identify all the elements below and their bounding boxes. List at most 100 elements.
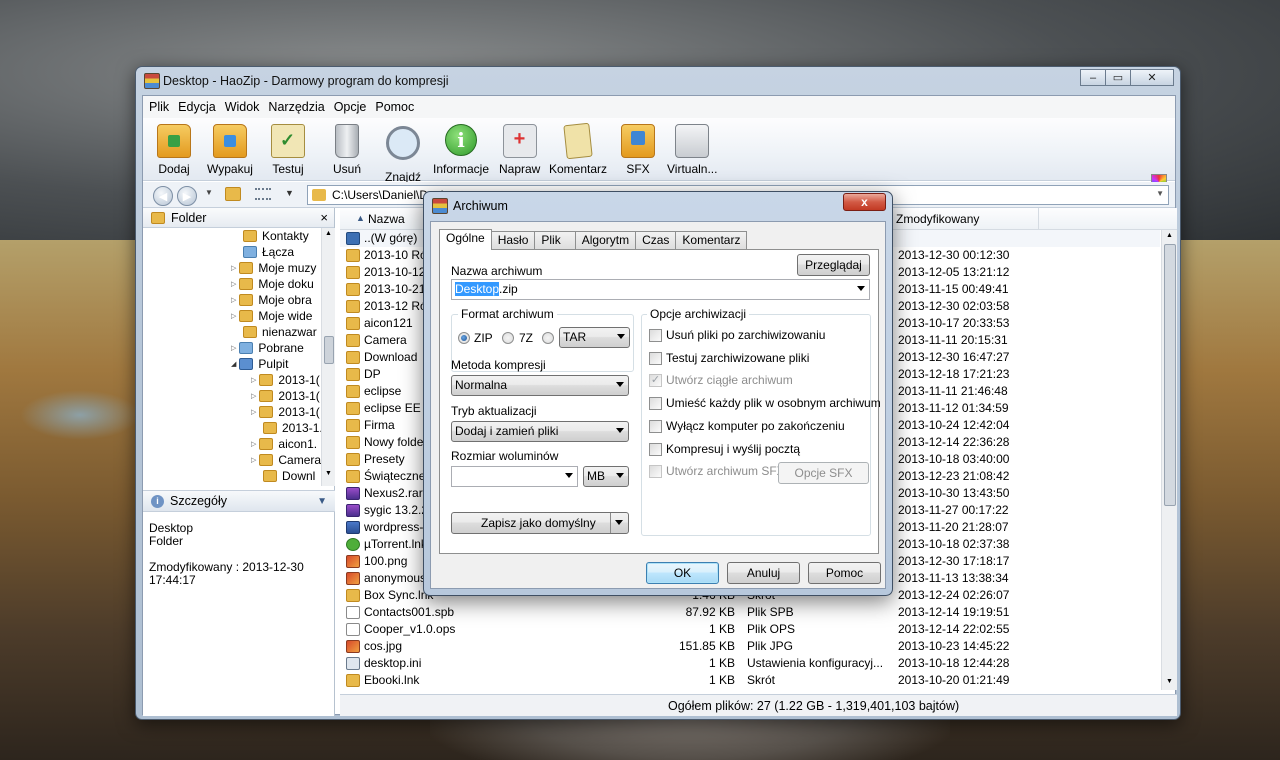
tree-item[interactable]: Kontakty bbox=[243, 228, 309, 244]
tree-item[interactable]: Łącza bbox=[243, 244, 294, 260]
tree-item[interactable]: ▷ 2013-1( bbox=[251, 372, 320, 388]
tree-item[interactable]: ▷ Moje doku bbox=[231, 276, 314, 292]
cancel-button[interactable]: Anuluj bbox=[727, 562, 800, 584]
scroll-thumb[interactable] bbox=[324, 336, 334, 364]
view-dropdown-icon[interactable]: ▼ bbox=[285, 188, 294, 198]
details-pane-header[interactable]: i Szczegóły ▼ bbox=[143, 490, 335, 512]
tree-item[interactable]: ▷ Moje wide bbox=[231, 308, 312, 324]
dropdown-arrow-icon[interactable] bbox=[615, 520, 623, 525]
expand-icon[interactable]: ▷ bbox=[231, 344, 236, 352]
column-modified[interactable]: Zmodyfikowany bbox=[896, 212, 979, 226]
option-label[interactable]: Utwórz archiwum SFX bbox=[666, 464, 785, 478]
dropdown-arrow-icon[interactable] bbox=[857, 286, 865, 291]
dropdown-arrow-icon[interactable] bbox=[616, 473, 624, 478]
scroll-up-icon[interactable]: ▲ bbox=[1166, 232, 1173, 239]
option-checkbox[interactable] bbox=[649, 397, 662, 411]
close-window-button[interactable]: ✕ bbox=[1130, 69, 1174, 86]
chevron-down-icon[interactable]: ▼ bbox=[317, 496, 327, 507]
tab-algorithm[interactable]: Algorytm bbox=[574, 231, 637, 250]
dropdown-arrow-icon[interactable] bbox=[565, 473, 573, 478]
tree-item[interactable]: ▷ Camera bbox=[251, 452, 321, 468]
toolbar-find-button[interactable]: Znajdź bbox=[385, 124, 421, 184]
toolbar-test-button[interactable]: Testuj bbox=[271, 124, 305, 176]
dialog-close-button[interactable]: x bbox=[843, 193, 886, 211]
save-default-button[interactable]: Zapisz jako domyślny bbox=[451, 512, 629, 534]
tab-time[interactable]: Czas bbox=[635, 231, 677, 250]
expand-icon[interactable]: ▷ bbox=[251, 376, 256, 384]
option-label[interactable]: Testuj zarchiwizowane pliki bbox=[666, 351, 809, 365]
tree-item[interactable]: ▷ 2013-1( bbox=[251, 388, 320, 404]
tree-vertical-scrollbar[interactable]: ▲ ▼ bbox=[321, 228, 335, 486]
collapse-icon[interactable]: ◢ bbox=[231, 360, 236, 368]
tree-item[interactable]: ▷ 2013-1( bbox=[251, 404, 320, 420]
maximize-button[interactable]: ▭ bbox=[1105, 69, 1131, 86]
scroll-up-icon[interactable]: ▲ bbox=[325, 230, 332, 237]
tab-comment[interactable]: Komentarz bbox=[675, 231, 748, 250]
table-row[interactable]: Contacts001.spb 87.92 KB Plik SPB 2013-12-1… bbox=[340, 604, 1160, 621]
expand-icon[interactable]: ▷ bbox=[231, 264, 236, 272]
option-checkbox[interactable] bbox=[649, 419, 662, 433]
menu-pomoc[interactable]: Pomoc bbox=[375, 100, 414, 114]
format-zip-label[interactable]: ZIP bbox=[474, 331, 493, 345]
tree-item[interactable]: ▷ Moje muzy bbox=[231, 260, 316, 276]
toolbar-info-button[interactable]: i Informacje bbox=[433, 124, 489, 176]
option-checkbox[interactable] bbox=[649, 351, 662, 365]
expand-icon[interactable]: ▷ bbox=[251, 440, 256, 448]
volume-unit-select[interactable]: MB bbox=[583, 466, 629, 487]
close-pane-icon[interactable]: × bbox=[320, 210, 328, 225]
toolbar-repair-button[interactable]: Napraw bbox=[499, 124, 540, 176]
archive-name-input[interactable]: Desktop.zip bbox=[451, 279, 870, 300]
history-dropdown-icon[interactable]: ▼ bbox=[205, 188, 213, 197]
table-row[interactable]: desktop.ini 1 KB Ustawienia konfiguracyj..… bbox=[340, 655, 1160, 672]
format-tar-combo[interactable]: TAR bbox=[559, 327, 630, 348]
toolbar-extract-button[interactable]: Wypakuj bbox=[207, 124, 253, 176]
expand-icon[interactable]: ▷ bbox=[231, 280, 236, 288]
tree-item[interactable]: 2013-1. bbox=[263, 420, 323, 436]
tree-item[interactable]: nienazwar bbox=[243, 324, 317, 340]
format-7z-label[interactable]: 7Z bbox=[519, 331, 533, 345]
option-checkbox[interactable] bbox=[649, 442, 662, 456]
option-checkbox[interactable] bbox=[649, 329, 662, 342]
column-name[interactable]: Nazwa bbox=[368, 212, 405, 226]
tree-item-selected[interactable]: ◢ Pulpit bbox=[231, 356, 288, 372]
expand-icon[interactable]: ▷ bbox=[251, 456, 256, 464]
option-label[interactable]: Usuń pliki po zarchiwizowaniu bbox=[666, 328, 825, 342]
haozip-app-icon[interactable] bbox=[144, 73, 160, 89]
update-mode-select[interactable]: Dodaj i zamień pliki bbox=[451, 421, 629, 442]
tree-item[interactable]: ▷ aicon1. bbox=[251, 436, 317, 452]
expand-icon[interactable]: ▷ bbox=[251, 408, 256, 416]
dropdown-arrow-icon[interactable] bbox=[617, 334, 625, 339]
expand-icon[interactable]: ▷ bbox=[231, 312, 236, 320]
table-row[interactable]: cos.jpg 151.85 KB Plik JPG 2013-10-23 14:45… bbox=[340, 638, 1160, 655]
expand-icon[interactable]: ▷ bbox=[251, 392, 256, 400]
format-zip-radio[interactable] bbox=[458, 332, 470, 344]
toolbar-comment-button[interactable]: Komentarz bbox=[549, 122, 607, 176]
minimize-button[interactable]: – bbox=[1080, 69, 1106, 86]
dropdown-arrow-icon[interactable] bbox=[616, 428, 624, 433]
ok-button[interactable]: OK bbox=[646, 562, 719, 584]
option-label[interactable]: Utwórz ciągłe archiwum bbox=[666, 373, 793, 387]
up-folder-icon[interactable] bbox=[225, 187, 241, 201]
tree-item[interactable]: Downl bbox=[263, 468, 315, 484]
menu-opcje[interactable]: Opcje bbox=[334, 100, 367, 114]
back-button[interactable]: ◀ bbox=[153, 186, 173, 206]
dropdown-arrow-icon[interactable] bbox=[616, 382, 624, 387]
toolbar-delete-button[interactable]: Usuń bbox=[333, 124, 361, 176]
tab-file[interactable]: Plik bbox=[534, 231, 576, 250]
forward-button[interactable]: ▶ bbox=[177, 186, 197, 206]
option-label[interactable]: Wyłącz komputer po zakończeniu bbox=[666, 419, 845, 433]
menu-widok[interactable]: Widok bbox=[225, 100, 260, 114]
menu-edycja[interactable]: Edycja bbox=[178, 100, 216, 114]
menu-narzedzia[interactable]: Narzędzia bbox=[268, 100, 324, 114]
format-7z-radio[interactable] bbox=[502, 332, 514, 344]
volume-size-input[interactable] bbox=[451, 466, 578, 487]
scroll-down-icon[interactable]: ▼ bbox=[1166, 678, 1173, 685]
file-list-scrollbar[interactable]: ▲ ▼ bbox=[1161, 230, 1177, 690]
toolbar-virtual-printer-button[interactable]: Virtualn... bbox=[667, 124, 717, 176]
scroll-thumb[interactable] bbox=[1164, 244, 1176, 506]
option-label[interactable]: Umieść każdy plik w osobnym archiwum bbox=[666, 396, 881, 410]
toolbar-add-button[interactable]: Dodaj bbox=[157, 124, 191, 176]
address-dropdown-icon[interactable]: ▼ bbox=[1156, 189, 1164, 198]
tab-password[interactable]: Hasło bbox=[490, 231, 536, 250]
view-mode-icon[interactable] bbox=[255, 188, 271, 200]
